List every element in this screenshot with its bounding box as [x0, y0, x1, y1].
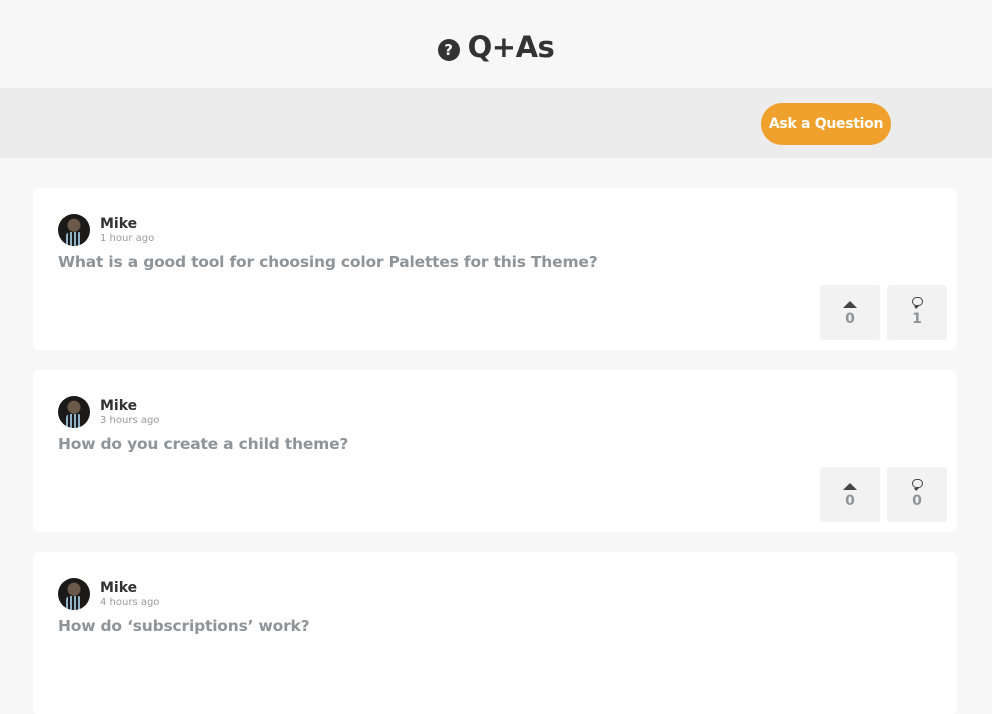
author-name[interactable]: Mike	[100, 216, 137, 232]
question-title[interactable]: How do you create a child theme?	[58, 435, 348, 453]
question-title[interactable]: What is a good tool for choosing color P…	[58, 253, 598, 271]
comments-button[interactable]: 0	[887, 467, 947, 522]
comment-icon	[912, 479, 923, 491]
toolbar: Ask a Question	[0, 88, 992, 158]
help-circle-icon: ?	[437, 39, 460, 61]
avatar[interactable]	[58, 578, 90, 610]
upvote-icon	[843, 483, 857, 490]
post-time: 1 hour ago	[100, 233, 155, 244]
avatar[interactable]	[58, 214, 90, 246]
vote-count: 0	[845, 493, 855, 509]
author-name[interactable]: Mike	[100, 580, 137, 596]
post-time: 4 hours ago	[100, 597, 160, 608]
comment-icon	[912, 297, 923, 309]
comment-count: 0	[912, 493, 922, 509]
upvote-icon	[843, 301, 857, 308]
title-row: ? Q+As	[0, 30, 992, 64]
avatar[interactable]	[58, 396, 90, 428]
question-title[interactable]: How do ‘subscriptions’ work?	[58, 617, 310, 635]
question-card: Mike 1 hour ago What is a good tool for …	[33, 188, 957, 350]
page-header: ? Q+As	[0, 0, 992, 88]
upvote-button[interactable]: 0	[820, 467, 880, 522]
page-title: Q+As	[467, 30, 555, 64]
upvote-button[interactable]: 0	[820, 285, 880, 340]
ask-question-button[interactable]: Ask a Question	[761, 103, 891, 145]
vote-count: 0	[845, 311, 855, 327]
author-name[interactable]: Mike	[100, 398, 137, 414]
question-card: Mike 4 hours ago How do ‘subscriptions’ …	[33, 552, 957, 714]
question-card: Mike 3 hours ago How do you create a chi…	[33, 370, 957, 532]
comments-button[interactable]: 1	[887, 285, 947, 340]
comment-count: 1	[912, 311, 922, 327]
post-time: 3 hours ago	[100, 415, 160, 426]
